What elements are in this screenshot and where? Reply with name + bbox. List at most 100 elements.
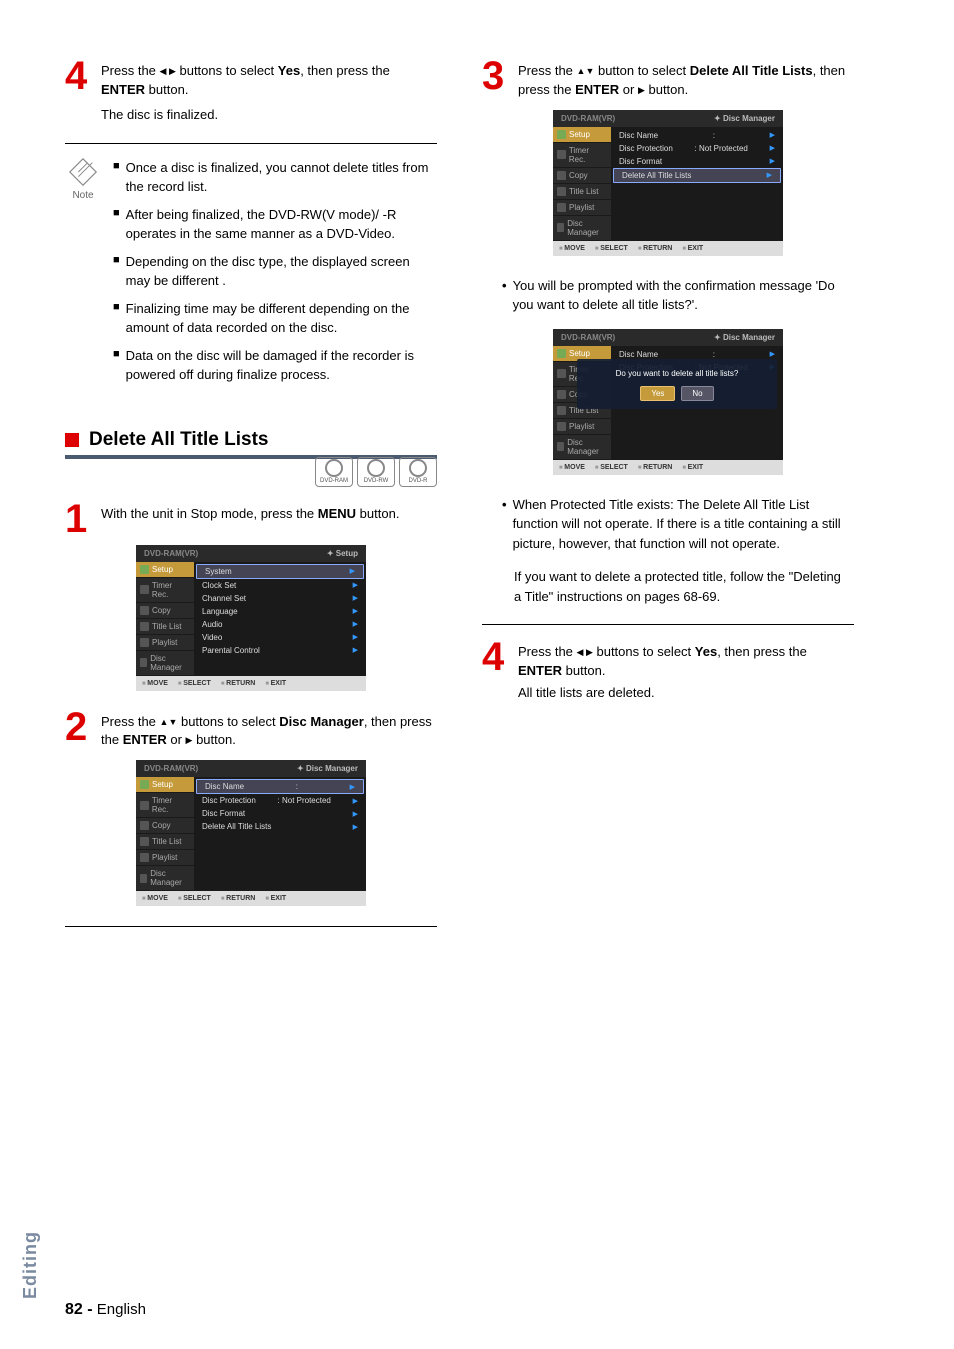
nav-icon <box>140 606 149 615</box>
osd-nav: Setup Timer Rec. Copy Title List Playlis… <box>136 777 194 891</box>
enter-label: ENTER <box>123 732 167 747</box>
osd-title-right: Setup <box>336 549 358 558</box>
nav-icon <box>557 223 564 232</box>
step-4-left: 4 Press the ◀ ▶ buttons to select Yes, t… <box>65 60 437 100</box>
osd-disc-manager: DVD-RAM(VR)✦ Disc Manager Setup Timer Re… <box>136 760 366 906</box>
bullet-text: When Protected Title exists: The Delete … <box>513 495 844 554</box>
step-4-result: The disc is finalized. <box>101 106 437 125</box>
step-text: Press the <box>101 714 160 729</box>
arrow-icon: ▶ <box>770 131 775 139</box>
step-text: With the unit in Stop mode, press the <box>101 506 318 521</box>
left-right-icon: ◀ ▶ <box>577 647 593 657</box>
nav-icon <box>557 171 566 180</box>
osd-nav-item: Copy <box>136 603 194 618</box>
osd-title-right: Disc Manager <box>723 333 775 342</box>
osd-row: Disc Name:▶ <box>611 129 783 142</box>
section-marker-icon <box>65 433 79 447</box>
up-down-icon: ▲▼ <box>577 66 595 76</box>
arrow-icon: ▶ <box>353 810 358 818</box>
square-bullet-icon: ■ <box>113 299 120 338</box>
divider <box>65 926 437 927</box>
osd-footer: MOVESELECTRETURNEXIT <box>136 676 366 691</box>
enter-label: ENTER <box>518 663 562 678</box>
menu-label: MENU <box>318 506 356 521</box>
step-text: button. <box>562 663 605 678</box>
note-item: ■Finalizing time may be different depend… <box>113 299 437 338</box>
osd-nav-item: Disc Manager <box>553 435 611 459</box>
step-text: buttons to select <box>176 63 278 78</box>
osd-list: Disc Name:▶ Disc Protection: Not Protect… <box>194 777 366 891</box>
step-text: , then press the <box>300 63 390 78</box>
step-text: button. <box>645 82 688 97</box>
osd-nav-item: Playlist <box>553 419 611 434</box>
note-text: Once a disc is finalized, you cannot del… <box>126 158 437 197</box>
note-item: ■Depending on the disc type, the display… <box>113 252 437 291</box>
step-4-result: All title lists are deleted. <box>518 684 854 703</box>
dialog-message: Do you want to delete all title lists? <box>585 369 769 378</box>
osd-nav-item: Setup <box>553 127 611 142</box>
nav-icon <box>557 187 566 196</box>
enter-label: ENTER <box>101 82 145 97</box>
osd-title-right: Disc Manager <box>306 764 358 773</box>
arrow-icon: ▶ <box>353 633 358 641</box>
osd-nav-item: Copy <box>136 818 194 833</box>
step-number: 4 <box>482 641 510 703</box>
osd-nav-item: Playlist <box>136 635 194 650</box>
osd-nav: Setup Timer Rec. Copy Title List Playlis… <box>553 127 611 241</box>
note-label: Note <box>72 190 93 201</box>
right-icon: ▶ <box>638 85 645 95</box>
disc-manager-label: Disc Manager <box>279 714 364 729</box>
step-text: Press the <box>101 63 160 78</box>
osd-delete-all-highlight: DVD-RAM(VR)✦ Disc Manager Setup Timer Re… <box>553 110 783 256</box>
arrow-icon: ▶ <box>353 823 358 831</box>
nav-icon <box>557 150 566 159</box>
osd-nav-item: Setup <box>136 777 194 792</box>
bullet-continuation: If you want to delete a protected title,… <box>514 567 844 606</box>
osd-list: Disc Name:▶ Disc Protection: Not Protect… <box>611 127 783 241</box>
nav-icon <box>557 130 566 139</box>
square-bullet-icon: ■ <box>113 346 120 385</box>
nav-icon <box>140 622 149 631</box>
nav-icon <box>140 801 149 810</box>
osd-title-left: DVD-RAM(VR) <box>144 549 198 558</box>
osd-row: Disc Format▶ <box>611 155 783 168</box>
osd-row: Audio▶ <box>194 618 366 631</box>
osd-nav-item: Disc Manager <box>553 216 611 240</box>
nav-icon <box>557 422 566 431</box>
disc-icon: DVD-RW <box>357 457 395 487</box>
note-item: ■Once a disc is finalized, you cannot de… <box>113 158 437 197</box>
arrow-icon: ▶ <box>770 144 775 152</box>
square-bullet-icon: ■ <box>113 158 120 197</box>
section-header: Delete All Title Lists DVD-RAM DVD-RW DV… <box>65 429 437 487</box>
page-number: 82 - English <box>65 1301 146 1319</box>
note-text: Depending on the disc type, the displaye… <box>126 252 437 291</box>
step-1: 1 With the unit in Stop mode, press the … <box>65 503 437 535</box>
osd-row: System▶ <box>196 564 364 579</box>
right-column: 3 Press the ▲▼ button to select Delete A… <box>482 60 854 943</box>
osd-nav-item: Copy <box>553 168 611 183</box>
osd-setup-menu: DVD-RAM(VR)✦ Setup Setup Timer Rec. Copy… <box>136 545 366 691</box>
osd-row: Language▶ <box>194 605 366 618</box>
step-text: Press the <box>518 644 577 659</box>
note-icon <box>69 158 97 186</box>
nav-icon <box>140 837 149 846</box>
step-text: button. <box>192 732 235 747</box>
square-bullet-icon: ■ <box>113 205 120 244</box>
osd-title-right: Disc Manager <box>723 114 775 123</box>
arrow-icon: ▶ <box>353 797 358 805</box>
step-text: Press the <box>518 63 577 78</box>
osd-list: System▶ Clock Set▶ Channel Set▶ Language… <box>194 562 366 676</box>
osd-row: Delete All Title Lists▶ <box>613 168 781 183</box>
divider <box>482 624 854 625</box>
osd-title-left: DVD-RAM(VR) <box>561 114 615 123</box>
osd-footer: MOVESELECTRETURNEXIT <box>553 460 783 475</box>
note-block: Note ■Once a disc is finalized, you cann… <box>65 143 437 393</box>
note-text: After being finalized, the DVD-RW(V mode… <box>126 205 437 244</box>
nav-icon <box>140 585 149 594</box>
osd-nav-item: Disc Manager <box>136 651 194 675</box>
yes-label: Yes <box>695 644 717 659</box>
osd-nav-item: Timer Rec. <box>553 143 611 167</box>
osd-row: Video▶ <box>194 631 366 644</box>
nav-icon <box>140 821 149 830</box>
step-number: 1 <box>65 503 93 535</box>
